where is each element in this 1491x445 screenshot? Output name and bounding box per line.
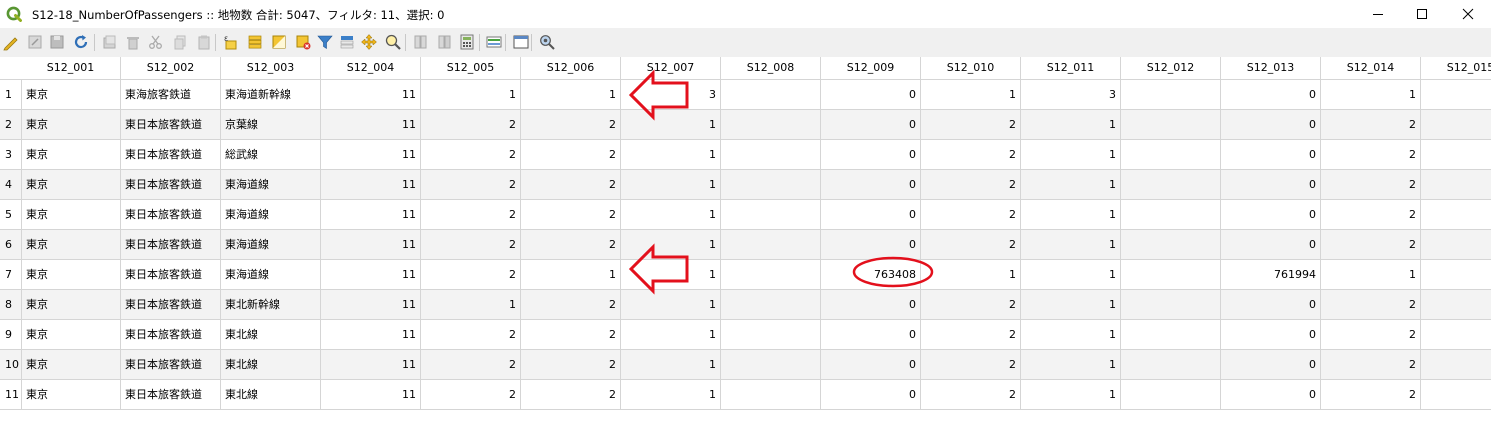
arrow-annotation-row1 xyxy=(628,69,689,121)
arrow-annotation-row7 xyxy=(628,243,689,295)
annotation-overlay xyxy=(628,69,934,295)
circle-annotation-763408 xyxy=(852,256,934,288)
